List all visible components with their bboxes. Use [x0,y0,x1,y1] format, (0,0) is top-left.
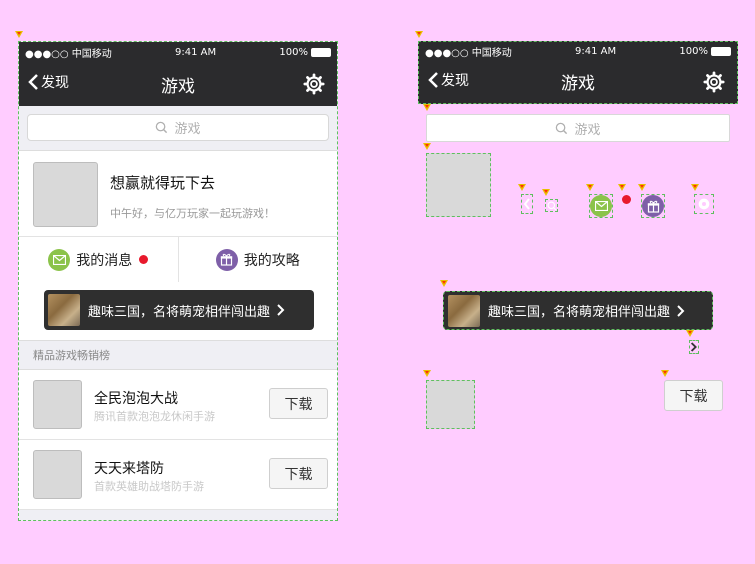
slice-marker [415,31,423,38]
gear-icon[interactable] [703,71,725,93]
asset-promo-banner[interactable]: 趣味三国，名将萌宠相伴闯出趣 [443,291,713,330]
chevron-left-icon [428,72,438,88]
chevron-right-icon [277,304,285,316]
phone-screen: ●●●○○ 中国移动 9:41 AM 100% 发现 游戏 游戏 想赢就得玩下去… [18,41,338,521]
battery-icon [710,46,731,56]
asset-chevron-right [689,340,699,354]
search-placeholder: 游戏 [574,122,601,138]
gear-icon [698,198,710,210]
banner-area: 趣味三国，名将萌宠相伴闯出趣 [19,282,337,340]
slice-marker [661,370,669,377]
clock-label: 9:41 AM [175,46,217,58]
slice-marker [686,330,694,337]
game-desc: 腾讯首款泡泡龙休闲手游 [94,410,215,423]
slice-marker [15,31,23,38]
slice-marker [518,184,526,191]
slice-marker [542,189,550,196]
game-name: 全民泡泡大战 [94,391,178,407]
slice-marker [638,184,646,191]
search-icon [547,201,556,210]
list-item[interactable]: 天天来塔防 首款英雄助战塔防手游 下载 [19,440,337,510]
status-bar: ●●●○○ 中国移动 9:41 AM 100% [419,42,737,60]
battery-label: 100% [679,45,708,57]
carrier-label: ●●●○○ 中国移动 [25,48,112,60]
back-button[interactable]: 发现 [427,70,469,90]
mail-icon [590,195,612,217]
chevron-right-icon [690,342,697,352]
slice-marker [586,184,594,191]
asset-download-button[interactable]: 下载 [664,380,723,411]
asset-search-icon [545,199,558,212]
game-desc: 首款英雄助战塔防手游 [94,480,204,493]
asset-gift-icon [641,194,665,218]
gift-icon [642,195,664,217]
section-header: 精品游戏畅销榜 [19,340,337,370]
search-icon [156,121,168,134]
tab-label: 我的攻略 [243,252,300,269]
battery-indicator: 100% [279,47,331,58]
asset-mail-icon [589,194,613,218]
slice-marker [691,184,699,191]
tab-label: 我的消息 [76,252,133,269]
asset-game-icon-placeholder [426,380,475,429]
slice-marker [618,184,626,191]
tab-messages[interactable]: 我的消息 [19,237,178,282]
game-icon [33,450,82,499]
battery-label: 100% [279,46,308,58]
promo-text: 趣味三国，名将萌宠相伴闯出趣 [88,304,271,320]
slice-marker [423,370,431,377]
nav-bar: 发现 游戏 [19,62,337,106]
gear-icon[interactable] [303,73,325,95]
list-item[interactable]: 全民泡泡大战 腾讯首款泡泡龙休闲手游 下载 [19,370,337,440]
gift-icon [215,248,238,271]
promo-image [48,294,80,326]
asset-avatar-placeholder [426,153,491,217]
asset-back-arrow [521,194,533,214]
search-area: 游戏 [19,106,337,150]
back-label: 发现 [441,73,469,89]
unread-badge [139,255,149,264]
chevron-left-icon [28,74,38,90]
search-placeholder: 游戏 [174,122,201,137]
asset-header-bar: ●●●○○ 中国移动 9:41 AM 100% 发现 游戏 [418,41,738,104]
status-bar: ●●●○○ 中国移动 9:41 AM 100% [19,42,337,62]
chevron-left-icon [523,198,530,210]
profile-card[interactable]: 想赢就得玩下去 中午好，与亿万玩家一起玩游戏！ [19,150,337,236]
promo-image [448,294,480,327]
battery-icon [310,47,331,57]
search-input[interactable]: 游戏 [27,114,329,141]
carrier-label: ●●●○○ 中国移动 [425,47,512,59]
game-name: 天天来塔防 [94,461,164,477]
avatar [33,162,98,227]
slice-marker [423,143,431,150]
asset-search-input[interactable]: 游戏 [426,114,730,142]
back-label: 发现 [41,75,69,91]
promo-text: 趣味三国，名将萌宠相伴闯出趣 [488,305,671,320]
tab-bar: 我的消息 我的攻略 [19,236,337,282]
tab-guides[interactable]: 我的攻略 [177,237,338,282]
download-button[interactable]: 下载 [269,388,328,419]
asset-red-dot [622,195,631,204]
asset-gear-icon [694,194,714,214]
mail-icon [48,248,71,271]
nav-bar: 发现 游戏 [419,60,737,103]
download-button[interactable]: 下载 [269,458,328,489]
battery-indicator: 100% [679,46,731,57]
slice-marker [440,280,448,287]
clock-label: 9:41 AM [575,45,617,57]
back-button[interactable]: 发现 [27,72,69,92]
profile-title: 想赢就得玩下去 [110,174,216,192]
game-icon [33,380,82,429]
chevron-right-icon [677,304,685,317]
promo-banner[interactable]: 趣味三国，名将萌宠相伴闯出趣 [44,290,314,330]
profile-subtitle: 中午好，与亿万玩家一起玩游戏！ [110,207,275,220]
search-icon [556,122,568,134]
slice-marker [423,104,431,111]
